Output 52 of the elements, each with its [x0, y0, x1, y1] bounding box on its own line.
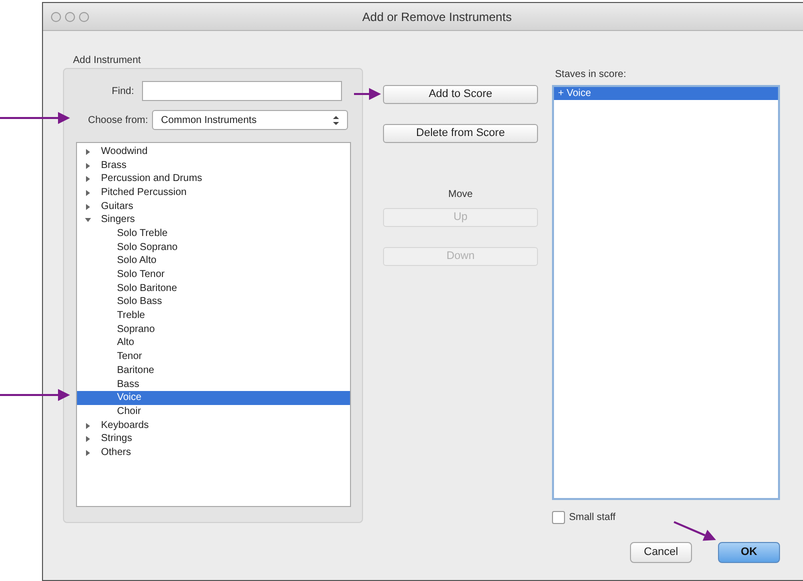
small-staff-label: Small staff: [569, 511, 616, 525]
tree-item[interactable]: Voice: [77, 391, 350, 406]
dialog-button[interactable]: OK: [718, 542, 780, 563]
caret-right-icon[interactable]: [85, 148, 91, 155]
tree-item[interactable]: Pitched Percussion: [77, 186, 350, 200]
tree-item[interactable]: Soprano: [77, 322, 350, 337]
tree-item[interactable]: Others: [77, 446, 350, 460]
tree-item[interactable]: Treble: [77, 309, 350, 323]
tree-item[interactable]: Woodwind: [77, 145, 350, 159]
tree-item[interactable]: Choir: [77, 405, 350, 419]
pointer-arrow: [0, 111, 72, 125]
tree-item[interactable]: Solo Treble: [77, 227, 350, 241]
tree-item[interactable]: Guitars: [77, 200, 350, 214]
caret-right-icon[interactable]: [85, 436, 91, 442]
tree-item[interactable]: Brass: [77, 158, 350, 172]
tree-item[interactable]: Solo Tenor: [77, 268, 350, 282]
tree-item[interactable]: Solo Bass: [77, 296, 350, 310]
pointer-arrow: [0, 388, 72, 402]
tree-item[interactable]: Strings: [77, 432, 350, 446]
caret-right-icon[interactable]: [85, 190, 91, 196]
checkbox[interactable]: [552, 511, 565, 524]
updown-caret-icon: [333, 116, 339, 124]
tree-item[interactable]: Tenor: [77, 350, 350, 364]
caret-right-icon[interactable]: [85, 162, 91, 169]
group-title: Add Instrument: [73, 54, 142, 68]
pointer-arrow: [354, 87, 382, 101]
staves-label: Staves in score:: [555, 68, 628, 82]
caret-down-icon[interactable]: [85, 217, 91, 224]
tree-item[interactable]: Singers: [77, 213, 350, 228]
push-button[interactable]: Delete from Score: [383, 124, 538, 143]
dialog-button[interactable]: Cancel: [630, 542, 692, 563]
tree-item[interactable]: Solo Soprano: [77, 240, 350, 254]
caret-right-icon[interactable]: [85, 204, 91, 210]
find-label: Find:: [110, 84, 135, 98]
pointer-arrow: [672, 520, 718, 542]
dropdown[interactable]: Common Instruments: [152, 110, 348, 130]
caret-right-icon[interactable]: [85, 450, 91, 456]
tree-item[interactable]: Solo Baritone: [77, 282, 350, 296]
window-title: Add or Remove Instruments: [362, 8, 512, 26]
find-field[interactable]: [142, 81, 342, 101]
staff-item[interactable]: + Voice: [554, 87, 778, 100]
move-label: Move: [448, 188, 473, 202]
tree-item[interactable]: Baritone: [77, 364, 350, 378]
choose-from-label: Choose from:: [86, 114, 149, 128]
caret-right-icon[interactable]: [85, 176, 91, 182]
tree-item[interactable]: Alto: [77, 336, 350, 350]
tree-item[interactable]: Percussion and Drums: [77, 172, 350, 186]
tree-item[interactable]: Bass: [77, 378, 350, 392]
tree-item[interactable]: Solo Alto: [77, 254, 350, 268]
push-button[interactable]: Add to Score: [383, 85, 538, 104]
tree-item[interactable]: Keyboards: [77, 418, 350, 432]
caret-right-icon[interactable]: [85, 422, 91, 429]
